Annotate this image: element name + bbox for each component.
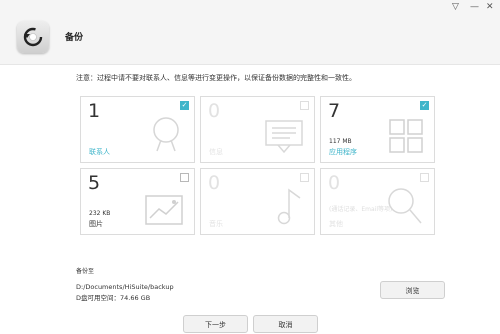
contact-icon	[153, 117, 179, 152]
search-icon	[388, 188, 422, 224]
card-count: 1	[88, 100, 101, 122]
destination-label: 备份至	[76, 268, 95, 275]
music-note-icon	[277, 188, 301, 225]
card-count: 0	[328, 172, 341, 194]
card-checkbox[interactable]: ✓	[420, 101, 429, 110]
card-messages: 0 信息	[200, 96, 315, 163]
card-label: 其他	[329, 220, 343, 228]
card-checkbox	[300, 173, 309, 182]
card-label: 音乐	[209, 220, 223, 228]
card-apps[interactable]: 7 ✓ 117 MB 应用程序	[320, 96, 435, 163]
card-checkbox	[420, 173, 429, 182]
card-label: 联系人	[89, 148, 110, 156]
image-icon	[145, 195, 183, 225]
card-size: 232 KB	[89, 210, 111, 217]
cancel-button[interactable]: 取消	[253, 315, 318, 333]
menu-dropdown-icon[interactable]: ▽	[452, 2, 459, 12]
notice-text: 注意：过程中请不要对联系人、信息等进行变更操作，以保证备份数据的完整性和一致性。	[76, 74, 356, 82]
next-button[interactable]: 下一步	[183, 315, 248, 333]
minimize-button[interactable]: —	[470, 2, 479, 12]
card-label: 信息	[209, 148, 223, 156]
backup-app-icon	[17, 21, 49, 53]
card-label: 应用程序	[329, 148, 357, 156]
card-music: 0 音乐	[200, 168, 315, 235]
card-count: 0	[208, 100, 221, 122]
header-bar: 备份 ▽ — ✕	[0, 0, 500, 65]
close-button[interactable]: ✕	[486, 2, 494, 12]
card-count: 5	[88, 172, 101, 194]
message-icon	[265, 120, 303, 154]
card-label: 图片	[89, 220, 103, 228]
apps-grid-icon	[389, 119, 423, 153]
card-checkbox	[300, 101, 309, 110]
card-checkbox[interactable]	[180, 173, 189, 182]
browse-button[interactable]: 浏览	[380, 281, 445, 299]
card-contacts[interactable]: 1 ✓ 联系人	[80, 96, 195, 163]
card-size: (通话记录、Email等项)	[329, 206, 393, 213]
card-checkbox[interactable]: ✓	[180, 101, 189, 110]
card-other: 0 (通话记录、Email等项) 其他	[320, 168, 435, 235]
card-count: 7	[328, 100, 341, 122]
page-title: 备份	[65, 33, 84, 43]
card-photos[interactable]: 5 232 KB 图片	[80, 168, 195, 235]
card-size: 117 MB	[329, 138, 352, 145]
destination-path: D:/Documents/HiSuite/backup	[76, 283, 174, 291]
free-space-text: D盘可用空间：74.66 GB	[76, 294, 151, 302]
card-count: 0	[208, 172, 221, 194]
